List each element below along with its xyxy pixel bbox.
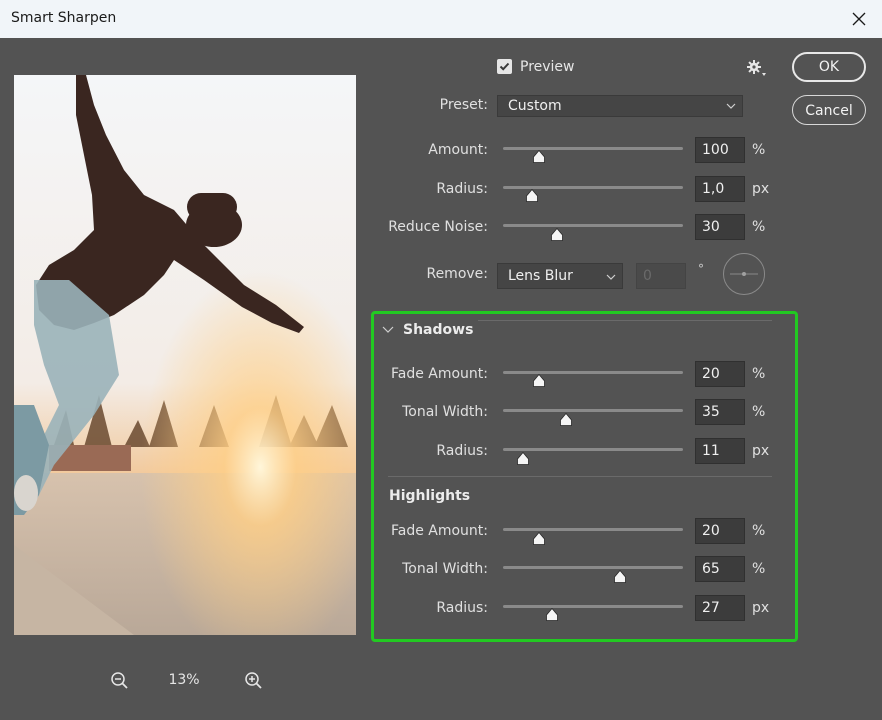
gear-icon — [747, 60, 766, 76]
reduce-noise-label: Reduce Noise: — [388, 219, 488, 235]
amount-slider-track[interactable] — [503, 147, 683, 150]
angle-dial-icon — [723, 253, 765, 295]
ok-button[interactable]: OK — [792, 52, 866, 82]
highlights-tonal-width-label: Tonal Width: — [402, 561, 488, 577]
preview-label: Preview — [520, 59, 575, 75]
preset-value: Custom — [508, 98, 562, 114]
zoom-out-icon — [111, 672, 128, 689]
shadows-radius-thumb[interactable] — [516, 452, 529, 465]
shadows-fade-amount-unit: % — [752, 366, 766, 382]
radius-slider-thumb[interactable] — [525, 189, 538, 202]
degree-symbol: ° — [698, 262, 704, 276]
remove-select[interactable]: Lens Blur — [497, 263, 623, 289]
highlights-tonal-width-track[interactable] — [503, 566, 683, 569]
reduce-noise-slider-track[interactable] — [503, 224, 683, 227]
highlights-fade-amount-label: Fade Amount: — [390, 523, 488, 539]
highlights-tonal-width-thumb[interactable] — [614, 570, 626, 583]
highlights-tonal-width-unit: % — [752, 561, 766, 577]
highlights-radius-input[interactable]: 27 — [695, 595, 745, 621]
angle-input[interactable]: 0 — [636, 263, 686, 289]
zoom-in-button[interactable] — [244, 671, 264, 691]
reduce-noise-slider-thumb[interactable] — [551, 228, 563, 241]
shadows-fade-amount-input[interactable]: 20 — [695, 361, 745, 387]
shadows-tonal-width-unit: % — [752, 404, 766, 420]
shadows-fade-amount-thumb[interactable] — [533, 374, 545, 387]
angle-dial[interactable] — [722, 252, 766, 296]
shadows-fade-amount-track[interactable] — [503, 371, 683, 374]
chevron-down-icon — [606, 274, 616, 280]
highlights-fade-amount-thumb[interactable] — [533, 532, 545, 545]
settings-gear-button[interactable] — [745, 58, 767, 78]
remove-label: Remove: — [426, 266, 488, 282]
close-button[interactable] — [836, 0, 882, 38]
shadows-tonal-width-thumb[interactable] — [560, 413, 572, 426]
shadows-radius-label: Radius: — [436, 443, 488, 459]
zoom-in-icon — [245, 672, 262, 689]
shadows-radius-input[interactable]: 11 — [695, 438, 745, 464]
shadows-heading: Shadows — [403, 322, 474, 338]
radius-label: Radius: — [436, 181, 488, 197]
collapse-triangle-icon[interactable] — [382, 325, 394, 335]
highlights-tonal-width-input[interactable]: 65 — [695, 556, 745, 582]
highlights-fade-amount-input[interactable]: 20 — [695, 518, 745, 544]
highlights-heading: Highlights — [389, 488, 471, 504]
cancel-button[interactable]: Cancel — [792, 95, 866, 125]
amount-slider-thumb[interactable] — [533, 150, 545, 163]
highlights-fade-amount-unit: % — [752, 523, 766, 539]
remove-value: Lens Blur — [508, 268, 573, 284]
shadows-divider — [478, 320, 772, 321]
preview-image[interactable] — [14, 75, 356, 635]
zoom-level-readout: 13% — [168, 672, 200, 688]
reduce-noise-unit: % — [752, 219, 766, 235]
amount-input[interactable]: 100 — [695, 137, 745, 163]
preview-checkbox[interactable] — [497, 59, 512, 74]
highlights-radius-track[interactable] — [503, 605, 683, 608]
chevron-down-icon — [726, 103, 736, 109]
shadows-radius-unit: px — [752, 443, 770, 459]
shadows-tonal-width-track[interactable] — [503, 409, 683, 412]
zoom-out-button[interactable] — [110, 671, 130, 691]
window-title: Smart Sharpen — [11, 10, 117, 26]
checkmark-icon — [499, 62, 510, 71]
highlights-radius-thumb[interactable] — [545, 608, 558, 621]
shadows-tonal-width-label: Tonal Width: — [402, 404, 488, 420]
reduce-noise-input[interactable]: 30 — [695, 214, 745, 240]
preset-label: Preset: — [439, 97, 488, 113]
preset-select[interactable]: Custom — [497, 95, 743, 117]
amount-label: Amount: — [428, 142, 488, 158]
radius-unit: px — [752, 181, 770, 197]
close-icon — [852, 12, 866, 26]
shadows-fade-amount-label: Fade Amount: — [390, 366, 488, 382]
highlights-fade-amount-track[interactable] — [503, 528, 683, 531]
highlights-divider — [388, 476, 772, 477]
preview-photo — [14, 75, 356, 635]
highlights-radius-label: Radius: — [436, 600, 488, 616]
radius-input[interactable]: 1,0 — [695, 176, 745, 202]
shadows-radius-track[interactable] — [503, 448, 683, 451]
amount-unit: % — [752, 142, 766, 158]
smart-sharpen-dialog: Smart Sharpen 13% Preview OK Cancel Pres… — [0, 0, 882, 720]
title-bar: Smart Sharpen — [0, 0, 882, 38]
highlights-radius-unit: px — [752, 600, 770, 616]
shadows-tonal-width-input[interactable]: 35 — [695, 399, 745, 425]
